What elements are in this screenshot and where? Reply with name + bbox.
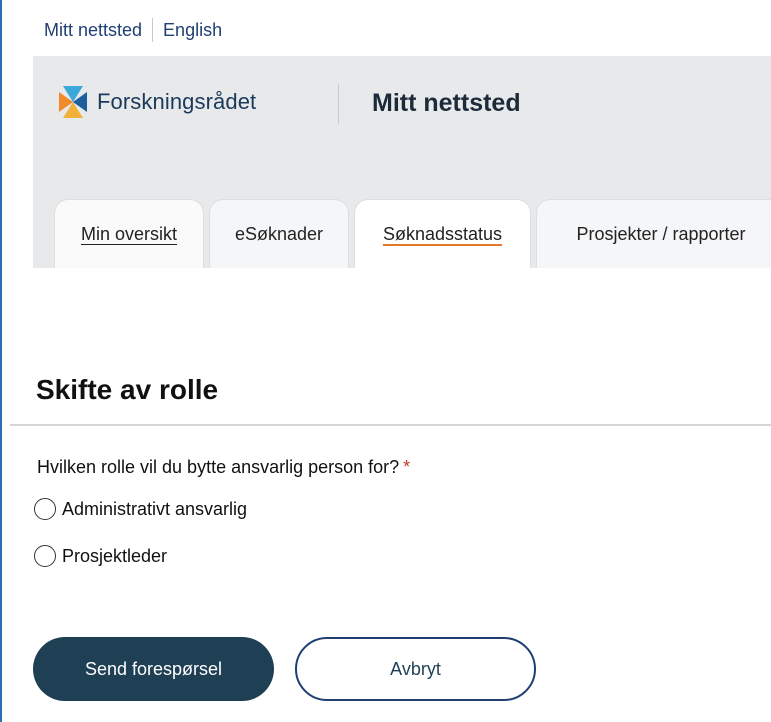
english-link[interactable]: English (163, 20, 222, 41)
radio-option-prosjektleder[interactable]: Prosjektleder (34, 545, 167, 567)
header-divider (338, 84, 339, 124)
main-tabs: Min oversikt eSøknader Søknadsstatus Pro… (54, 199, 771, 268)
brand-name: Forskningsrådet (97, 89, 257, 114)
tab-soknadsstatus[interactable]: Søknadsstatus (354, 199, 531, 268)
language-bar: Mitt nettsted English (44, 18, 222, 42)
radio-option-administrativt-ansvarlig[interactable]: Administrativt ansvarlig (34, 498, 247, 520)
role-question-label: Hvilken rolle vil du bytte ansvarlig per… (37, 457, 410, 478)
forskningsradet-logo-icon (59, 86, 87, 118)
tab-esoknader[interactable]: eSøknader (209, 199, 349, 268)
mitt-nettsted-link[interactable]: Mitt nettsted (44, 20, 142, 41)
brand-logo[interactable]: Forskningsrådet (53, 82, 256, 122)
page-title: Skifte av rolle (36, 374, 219, 405)
tab-min-oversikt[interactable]: Min oversikt (54, 199, 204, 268)
tab-label: eSøknader (234, 223, 324, 244)
heading-divider (10, 424, 771, 426)
radio-button[interactable] (34, 545, 56, 567)
send-request-button[interactable]: Send forespørsel (33, 637, 274, 701)
tab-label: Min oversikt (80, 223, 178, 244)
radio-label: Prosjektleder (62, 545, 168, 566)
language-divider (152, 18, 154, 42)
radio-button[interactable] (34, 498, 56, 520)
site-header: Forskningsrådet Mitt nettsted Min oversi… (33, 56, 771, 268)
tab-label: Søknadsstatus (382, 223, 503, 244)
tab-label: Prosjekter / rapporter (576, 223, 746, 244)
cancel-button[interactable]: Avbryt (295, 637, 536, 701)
question-text: Hvilken rolle vil du bytte ansvarlig per… (37, 457, 400, 477)
site-title: Mitt nettsted (372, 89, 521, 117)
required-marker: * (403, 457, 411, 477)
tab-prosjekter-rapporter[interactable]: Prosjekter / rapporter (536, 199, 771, 268)
radio-label: Administrativt ansvarlig (62, 498, 248, 519)
